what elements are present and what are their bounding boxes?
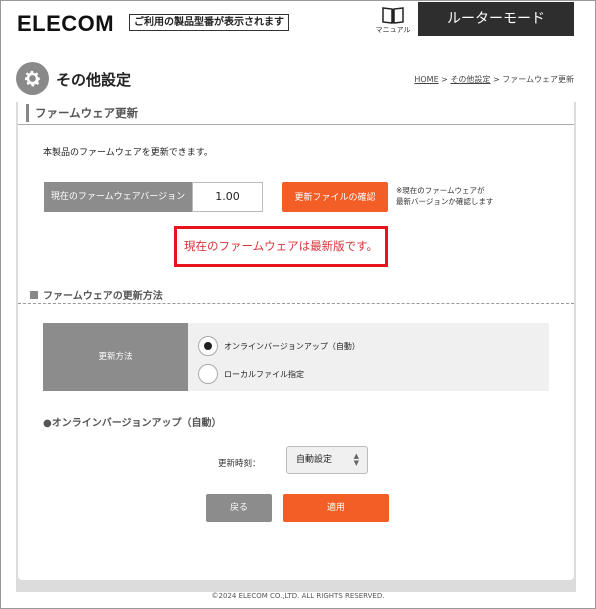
firmware-panel: ファームウェア更新 本製品のファームウェアを更新できます。 現在のファームウェア… [18,102,574,580]
breadcrumb-parent-link[interactable]: その他設定 [450,75,490,84]
section-title: ファームウェア更新 [26,104,138,122]
firmware-version-value: 1.00 [192,182,263,212]
update-method-heading: ファームウェアの更新方法 [30,287,163,302]
footer-copyright: ©2024 ELECOM CO.,LTD. ALL RIGHTS RESERVE… [211,592,385,600]
check-note-line: 最新バージョンか確認します [396,197,494,206]
update-method-label: 更新方法 [43,323,188,391]
breadcrumb: HOME > その他設定 > ファームウェア更新 [414,74,574,85]
elecom-logo: ELECOM [17,11,115,36]
dashed-divider [18,303,574,304]
router-mode-button[interactable]: ルーターモード [418,2,574,36]
update-time-value: 自動設定 [296,455,333,465]
update-time-select[interactable]: 自動設定 ▲ ▼ [286,446,368,474]
firmware-status-message: 現在のファームウェアは最新版です。 [174,226,388,267]
apply-button[interactable]: 適用 [283,494,389,522]
firmware-version-label: 現在のファームウェアバージョン [44,182,192,212]
update-time-label: 更新時刻： [218,459,261,469]
manual-link[interactable]: マニュアル [372,6,414,35]
breadcrumb-separator: > [438,75,451,84]
check-note: ※現在のファームウェアが 最新バージョンか確認します [396,185,493,207]
model-tagline: ご利用の製品型番が表示されます [129,14,289,31]
breadcrumb-separator: > [490,75,503,84]
back-button[interactable]: 戻る [206,494,272,522]
section-divider [18,124,574,125]
breadcrumb-current: ファームウェア更新 [502,75,574,84]
radio-option-local[interactable]: ローカルファイル指定 [198,363,304,385]
update-method-row: 更新方法 オンラインバージョンアップ（自動） ローカルファイル指定 [43,323,549,391]
page-title: その他設定 [56,71,132,89]
manual-label: マニュアル [375,26,411,34]
book-icon [372,6,414,24]
settings-badge [16,62,49,95]
content-wrapper: ファームウェア更新 本製品のファームウェアを更新できます。 現在のファームウェア… [16,102,576,592]
update-method-heading-text: ファームウェアの更新方法 [43,291,163,302]
updown-arrow-icon: ▲ ▼ [353,452,359,467]
online-update-heading: ●オンラインバージョンアップ（自動） [43,418,222,429]
radio-option-label: ローカルファイル指定 [224,369,304,379]
section-description: 本製品のファームウェアを更新できます。 [43,148,213,158]
radio-icon[interactable] [198,364,218,384]
page-title-row: その他設定 HOME > その他設定 > ファームウェア更新 [16,62,576,102]
radio-option-online[interactable]: オンラインバージョンアップ（自動） [198,335,360,357]
radio-option-label: オンラインバージョンアップ（自動） [224,341,360,351]
check-note-line: ※現在のファームウェアが [396,186,485,195]
radio-icon[interactable] [198,336,218,356]
square-bullet-icon [30,291,38,299]
check-update-button[interactable]: 更新ファイルの確認 [282,182,388,212]
breadcrumb-home-link[interactable]: HOME [414,75,438,84]
